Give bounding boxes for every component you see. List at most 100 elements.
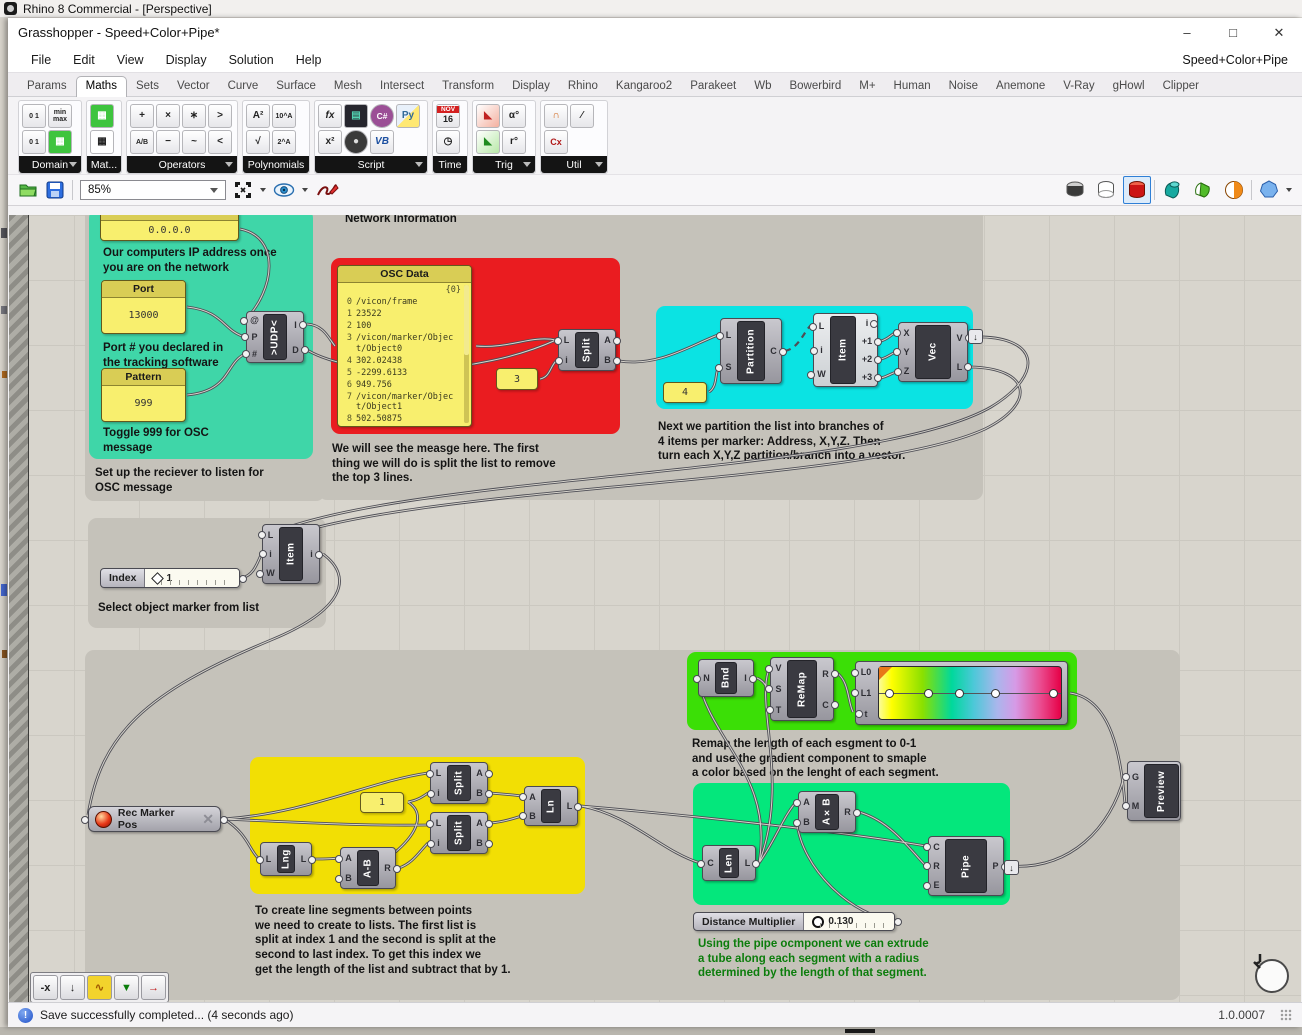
tab-human[interactable]: Human [885,77,940,96]
save-file-icon[interactable] [45,180,65,200]
panel-osc-data[interactable]: OSC Data {0} 0/vicon/frame 123522 2100 3… [337,265,472,427]
port-in-address[interactable]: @ [250,315,259,325]
greater-icon[interactable]: > [208,104,232,128]
port-in-z[interactable]: Z [904,366,910,376]
list-length-component[interactable]: L Lng L [260,842,312,876]
port-in-a[interactable]: A [529,792,536,802]
expression-icon[interactable]: fx [318,104,342,128]
remap-component[interactable]: VST ReMap RC [770,657,834,721]
menu-file[interactable]: File [20,53,62,67]
port-in-b[interactable]: B [803,817,810,827]
tab-maths[interactable]: Maths [76,76,127,97]
menu-help[interactable]: Help [285,53,333,67]
component-label[interactable]: ReMap [787,660,817,718]
port-in-l0[interactable]: L0 [861,667,872,677]
port-in-t[interactable]: t [865,709,868,719]
panel-three[interactable]: 3 [496,368,538,390]
port-out-i[interactable]: I [294,320,297,330]
port-out-b[interactable]: B [476,788,483,798]
pipe-component[interactable]: CRE Pipe P ↓ [928,836,1004,896]
port-out-l[interactable]: L [301,854,307,864]
item-select-component[interactable]: LiW Item i [262,524,320,584]
port-in-s[interactable]: S [725,362,731,372]
slider-track[interactable]: 1 [145,569,239,587]
bounds-component[interactable]: N Bnd I [698,659,754,697]
port-out-i[interactable]: I [744,673,747,683]
tab-transform[interactable]: Transform [433,77,503,96]
port-out-d[interactable]: D [292,345,299,355]
component-label[interactable]: Item [830,316,856,384]
port-in-c[interactable]: C [707,858,714,868]
menu-solution[interactable]: Solution [218,53,285,67]
display-shaded-icon[interactable] [1123,176,1151,204]
port-in-w[interactable]: W [817,369,826,379]
interpolate-icon[interactable]: ⁄ [570,104,594,128]
tab-noise[interactable]: Noise [940,77,987,96]
multiply-icon[interactable]: × [156,104,180,128]
tab-mesh[interactable]: Mesh [325,77,371,96]
clamp-icon[interactable]: Cx [544,130,568,154]
tab-clipper[interactable]: Clipper [1154,77,1208,96]
port-in-a[interactable]: A [803,797,810,807]
canvas-compass-widget[interactable] [1246,950,1292,996]
gradient-bar[interactable] [878,666,1062,720]
split-list-component[interactable]: Li Split AB [430,812,488,854]
vector-component[interactable]: XYZ Vec VL ↓ [898,322,968,382]
hide-names-tool[interactable]: -x [33,975,58,1000]
bake-button-icon[interactable]: ↓ [1004,860,1019,875]
funnel-tool[interactable]: ▼ [114,975,139,1000]
gradient-component[interactable]: L0L1t [855,661,1068,725]
menu-display[interactable]: Display [155,53,218,67]
index-slider[interactable]: Index 1 [100,568,240,588]
port-in-l[interactable]: L [819,321,825,331]
panel-pattern[interactable]: Pattern 999 [101,368,186,422]
preview-mode-teal-icon[interactable] [1158,176,1186,204]
gh-canvas[interactable]: Network Information Our computers IP add… [9,215,1301,1002]
mass-add-icon[interactable]: ∗ [182,104,206,128]
subtract-icon[interactable]: − [156,130,180,154]
port-in-l[interactable]: L [726,330,732,340]
date-icon[interactable]: NOV16 [436,104,460,128]
component-label[interactable]: Pipe [945,839,987,893]
component-label[interactable]: A-B [357,850,379,886]
port-in-port[interactable]: P [251,332,257,342]
port-out-l[interactable]: L [957,362,963,372]
sketch-tool[interactable]: ∿ [87,975,112,1000]
panel-port[interactable]: Port 13000 [101,280,186,334]
tab-sets[interactable]: Sets [127,77,168,96]
port-in-r[interactable]: R [933,861,940,871]
split-list-component[interactable]: Li Split AB [430,762,488,804]
component-label[interactable]: >UDP< [263,314,287,360]
port-in-b[interactable]: B [529,811,536,821]
port-in-i[interactable]: i [269,549,272,559]
tab-vector[interactable]: Vector [168,77,219,96]
port-out-b[interactable]: B [604,355,611,365]
cosine-gauge-icon[interactable]: ◣ [476,130,500,154]
tab-anemone[interactable]: Anemone [987,77,1054,96]
csharp-icon[interactable]: C# [370,104,394,128]
port-in-c[interactable]: C [933,842,940,852]
power10-icon[interactable]: 10^A [272,104,296,128]
script-editor-icon[interactable]: ▤ [344,104,368,128]
port-in-t[interactable]: T [776,705,782,715]
port-in-n[interactable]: N [703,673,710,683]
open-file-icon[interactable] [18,180,38,200]
chevron-down-icon[interactable] [1286,188,1292,192]
matrix-icon[interactable]: ▦ [90,104,114,128]
curve-length-component[interactable]: C Len L [702,845,756,881]
port-in-m[interactable]: M [1132,801,1140,811]
zoom-select[interactable]: 85% [80,180,226,200]
disconnect-icon[interactable]: ✕ [202,811,214,828]
tab-kangaroo2[interactable]: Kangaroo2 [607,77,681,96]
line-component[interactable]: AB Ln L [524,786,578,826]
sketch-pen-icon[interactable] [315,180,339,200]
port-in-pattern[interactable]: # [252,349,257,359]
port-in-w[interactable]: W [266,568,275,578]
port-in-e[interactable]: E [933,880,939,890]
port-in-i[interactable]: i [565,355,568,365]
tab-bowerbird[interactable]: Bowerbird [780,77,850,96]
panel-one[interactable]: 1 [360,792,404,813]
preview-eye-icon[interactable] [273,181,295,199]
port-out-i[interactable]: i [310,549,313,559]
power2-icon[interactable]: 2^A [272,130,296,154]
